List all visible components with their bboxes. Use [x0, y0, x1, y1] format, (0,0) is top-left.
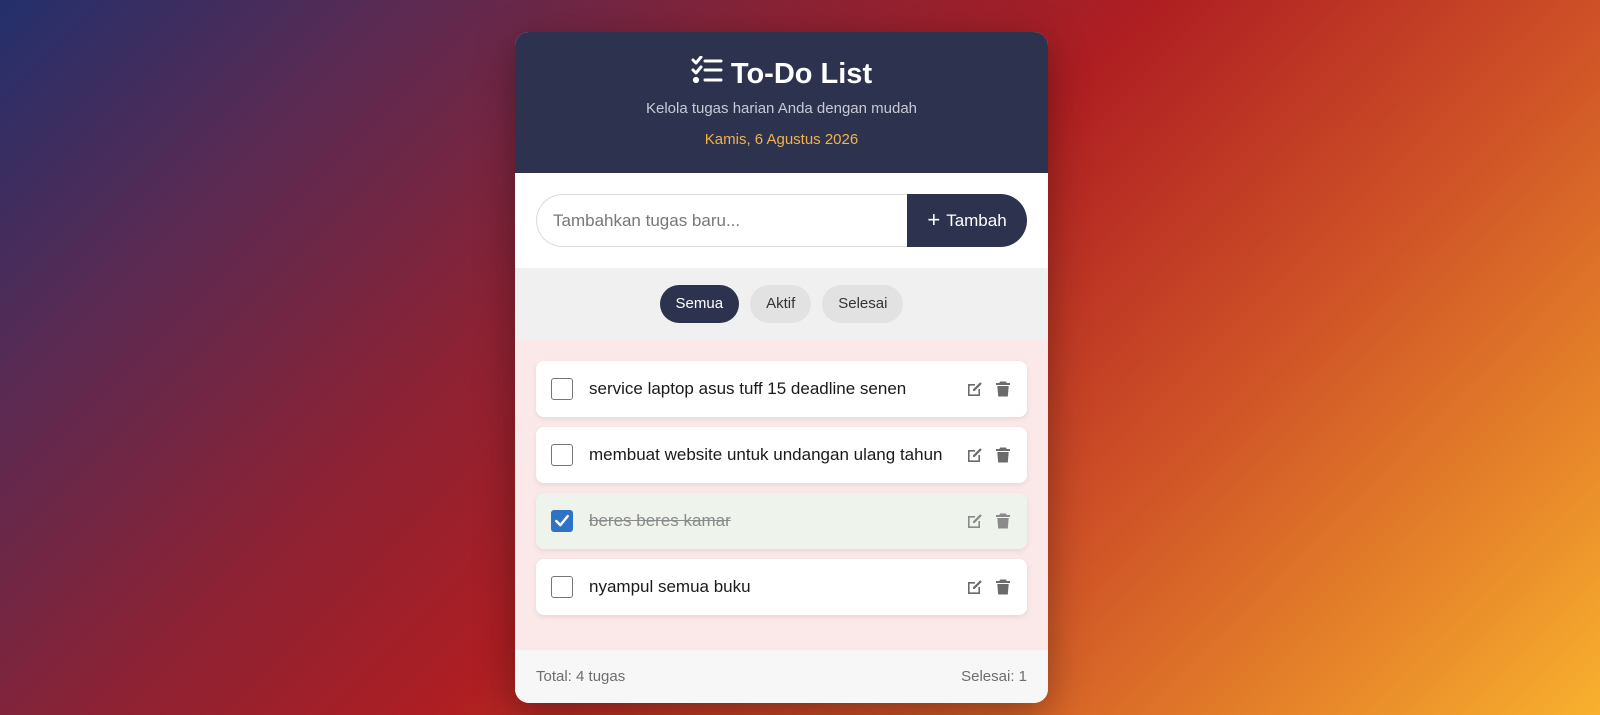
task-item: nyampul semua buku	[536, 559, 1027, 615]
checklist-icon	[691, 55, 723, 92]
task-text: nyampul semua buku	[589, 577, 751, 596]
todo-card: To-Do List Kelola tugas harian Anda deng…	[515, 32, 1048, 703]
title-text: To-Do List	[730, 57, 873, 90]
task-checkbox[interactable]	[551, 576, 573, 598]
footer: Total: 4 tugas Selesai: 1	[515, 650, 1048, 703]
edit-icon[interactable]	[966, 578, 984, 596]
add-task-button[interactable]: + Tambah	[907, 194, 1027, 247]
current-date: Kamis, 6 Agustus 2026	[704, 131, 859, 148]
task-checkbox[interactable]	[551, 378, 573, 400]
subtitle: Kelola tugas harian Anda dengan mudah	[645, 100, 918, 117]
edit-icon[interactable]	[966, 380, 984, 398]
task-text: service laptop asus tuff 15 deadline sen…	[589, 379, 907, 398]
filter-bar: Semua Aktif Selesai	[515, 268, 1048, 339]
trash-icon[interactable]	[994, 446, 1012, 464]
trash-icon[interactable]	[994, 512, 1012, 530]
task-item-completed: beres beres kamar	[536, 493, 1027, 549]
task-text: membuat website untuk undangan ulang tah…	[589, 445, 943, 464]
filter-active-button[interactable]: Aktif	[750, 284, 812, 323]
edit-icon[interactable]	[966, 512, 984, 530]
task-checkbox-checked[interactable]	[551, 510, 573, 532]
trash-icon[interactable]	[994, 380, 1012, 398]
total-count: Total: 4 tugas	[536, 668, 626, 685]
completed-count: Selesai: 1	[961, 668, 1027, 685]
add-task-label: Tambah	[946, 210, 1007, 230]
header: To-Do List Kelola tugas harian Anda deng…	[515, 32, 1048, 173]
edit-icon[interactable]	[966, 446, 984, 464]
checkmark-icon	[555, 514, 569, 527]
task-item: membuat website untuk undangan ulang tah…	[536, 427, 1027, 483]
task-list: service laptop asus tuff 15 deadline sen…	[515, 339, 1048, 650]
task-input[interactable]	[536, 194, 907, 247]
app-title: To-Do List	[515, 55, 1048, 92]
task-checkbox[interactable]	[551, 444, 573, 466]
task-item: service laptop asus tuff 15 deadline sen…	[536, 361, 1027, 417]
filter-all-button[interactable]: Semua	[659, 284, 740, 323]
trash-icon[interactable]	[994, 578, 1012, 596]
task-text: beres beres kamar	[589, 511, 731, 530]
filter-completed-button[interactable]: Selesai	[822, 284, 904, 323]
plus-icon: +	[927, 206, 941, 232]
add-task-form: + Tambah	[515, 173, 1048, 268]
